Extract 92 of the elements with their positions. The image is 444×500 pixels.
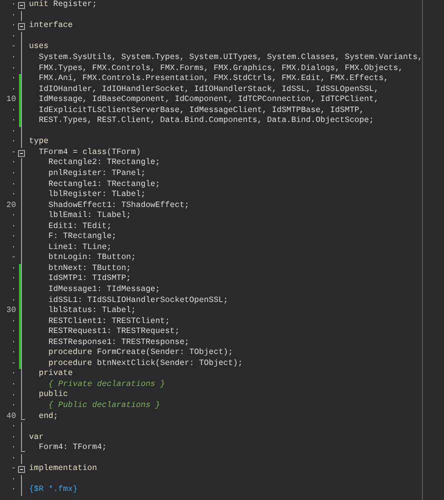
line-number: · bbox=[10, 128, 17, 136]
code-line: RESTClient1: TRESTClient; bbox=[47, 318, 170, 326]
line-number: · bbox=[10, 328, 17, 336]
code-line: lblRegister: TLabel; bbox=[47, 191, 146, 200]
code-line: Edit1: TEdit; bbox=[47, 222, 112, 231]
code-line: implementation bbox=[29, 465, 97, 474]
line-number: · bbox=[10, 54, 17, 62]
line-number: · bbox=[10, 402, 17, 410]
code-line: Rectangle2: TRectangle; bbox=[47, 159, 160, 168]
line-number: · bbox=[10, 423, 17, 432]
line-number: · bbox=[10, 434, 17, 442]
line-number: · bbox=[10, 244, 17, 252]
line-number: - bbox=[10, 254, 17, 262]
line-number: · bbox=[10, 392, 17, 400]
code-line: IdMessage1: TIdMessage; bbox=[47, 286, 160, 294]
code-line: idSSL1: TIdSSLIOHandlerSocketOpenSSL; bbox=[47, 296, 228, 305]
code-line: unit Register; bbox=[29, 1, 98, 10]
line-number: · bbox=[10, 212, 17, 220]
code-line: end; bbox=[38, 412, 58, 421]
code-line: IdMessage, IdBaseComponent, IdComponent, IdTCPConnection, IdTCPClient, bbox=[38, 96, 379, 104]
code-line: btnLogin: TButton; bbox=[47, 254, 136, 262]
line-number: - bbox=[10, 465, 17, 474]
line-number: · bbox=[10, 318, 17, 326]
line-number: - bbox=[10, 360, 17, 368]
fold-toggle-icon[interactable] bbox=[18, 23, 25, 30]
code-line: TForm4 = class(TForm) bbox=[38, 148, 141, 157]
code-line: IdSMTP1: TIdSMTP; bbox=[47, 275, 131, 284]
code-line: uses bbox=[29, 43, 48, 52]
code-line: RESTResponse1: TRESTResponse; bbox=[47, 338, 190, 347]
code-line: procedure btnNextClick(Sender: TObject); bbox=[47, 360, 243, 368]
code-line: lblStatus: TLabel; bbox=[47, 307, 136, 316]
code-line: RESTRequest1: TRESTRequest; bbox=[47, 328, 180, 336]
line-number: · bbox=[10, 12, 17, 20]
line-number: 10 bbox=[5, 96, 17, 104]
code-line: btnNext: TButton; bbox=[47, 264, 131, 273]
code-line: Line1: TLine; bbox=[47, 244, 112, 252]
line-number: · bbox=[10, 138, 17, 146]
code-line: F: TRectangle; bbox=[47, 233, 116, 242]
line-number: · bbox=[10, 191, 17, 200]
code-line: FMX.Types, FMX.Controls, FMX.Forms, FMX.Graphics, FMX.Dialogs, FMX.Objects, bbox=[38, 64, 403, 73]
code-line: Rectangle1: TRectangle; bbox=[47, 180, 160, 189]
line-number: · bbox=[10, 370, 17, 378]
fold-toggle-icon[interactable] bbox=[18, 466, 25, 474]
line-number: · bbox=[10, 486, 17, 494]
line-number: · bbox=[10, 222, 17, 231]
code-line: procedure FormCreate(Sender: TObject); bbox=[47, 349, 234, 358]
code-line: var bbox=[29, 434, 44, 442]
line-number: · bbox=[10, 170, 17, 178]
line-number: · bbox=[10, 86, 17, 94]
line-number: · bbox=[10, 349, 17, 358]
line-number: · bbox=[10, 380, 17, 389]
line-number: · bbox=[10, 296, 17, 305]
line-number: · bbox=[10, 264, 17, 273]
line-number: 40 bbox=[5, 412, 17, 421]
fold-toggle-icon[interactable] bbox=[18, 150, 25, 157]
fold-toggle-icon[interactable] bbox=[18, 2, 25, 9]
code-line: { Public declarations } bbox=[47, 402, 160, 410]
line-number: · bbox=[10, 75, 17, 84]
line-number: · bbox=[10, 275, 17, 284]
line-number: · bbox=[10, 444, 17, 452]
line-number: · bbox=[10, 22, 17, 30]
line-number: · bbox=[10, 476, 17, 484]
line-number: · bbox=[10, 159, 17, 168]
line-number: 30 bbox=[5, 307, 17, 316]
code-line: public bbox=[38, 391, 68, 400]
code-line: private bbox=[38, 370, 73, 378]
code-line: lblEmail: TLabel; bbox=[47, 212, 131, 220]
line-number: · bbox=[10, 32, 17, 41]
code-line: REST.Types, REST.Client, Data.Bind.Components, Data.Bind.ObjectScope; bbox=[38, 117, 374, 126]
line-number: · bbox=[10, 117, 17, 126]
line-number: · bbox=[10, 106, 17, 115]
code-line: type bbox=[29, 138, 48, 146]
code-line: {$R *.fmx} bbox=[29, 486, 78, 494]
line-number: · bbox=[10, 286, 17, 294]
line-number: 20 bbox=[5, 202, 17, 210]
code-line: ShadowEffect1: TShadowEffect; bbox=[47, 202, 190, 210]
code-line: { Private declarations } bbox=[47, 380, 165, 389]
code-line: System.SysUtils, System.Types, System.UITypes, System.Classes, System.Variants, bbox=[38, 54, 422, 62]
code-line: Form4: TForm4; bbox=[38, 444, 107, 452]
line-number: · bbox=[10, 64, 17, 73]
code-line: pnlRegister: TPanel; bbox=[47, 170, 146, 178]
line-number: · bbox=[10, 180, 17, 189]
line-number: - bbox=[10, 43, 17, 52]
line-number: · bbox=[10, 338, 17, 347]
line-number: · bbox=[10, 1, 17, 10]
code-line: FMX.Ani, FMX.Controls.Presentation, FMX.StdCtrls, FMX.Edit, FMX.Effects, bbox=[38, 75, 388, 84]
line-number: · bbox=[10, 233, 17, 242]
code-line: IdIOHandler, IdIOHandlerSocket, IdIOHandlerStack, IdSSL, IdSSLOpenSSL, bbox=[38, 86, 379, 94]
line-number: - bbox=[10, 148, 17, 157]
line-number: · bbox=[10, 454, 17, 463]
code-line: interface bbox=[29, 22, 73, 30]
code-line: IdExplicitTLSClientServerBase, IdMessageClient, IdSMTPBase, IdSMTP, bbox=[38, 106, 364, 115]
